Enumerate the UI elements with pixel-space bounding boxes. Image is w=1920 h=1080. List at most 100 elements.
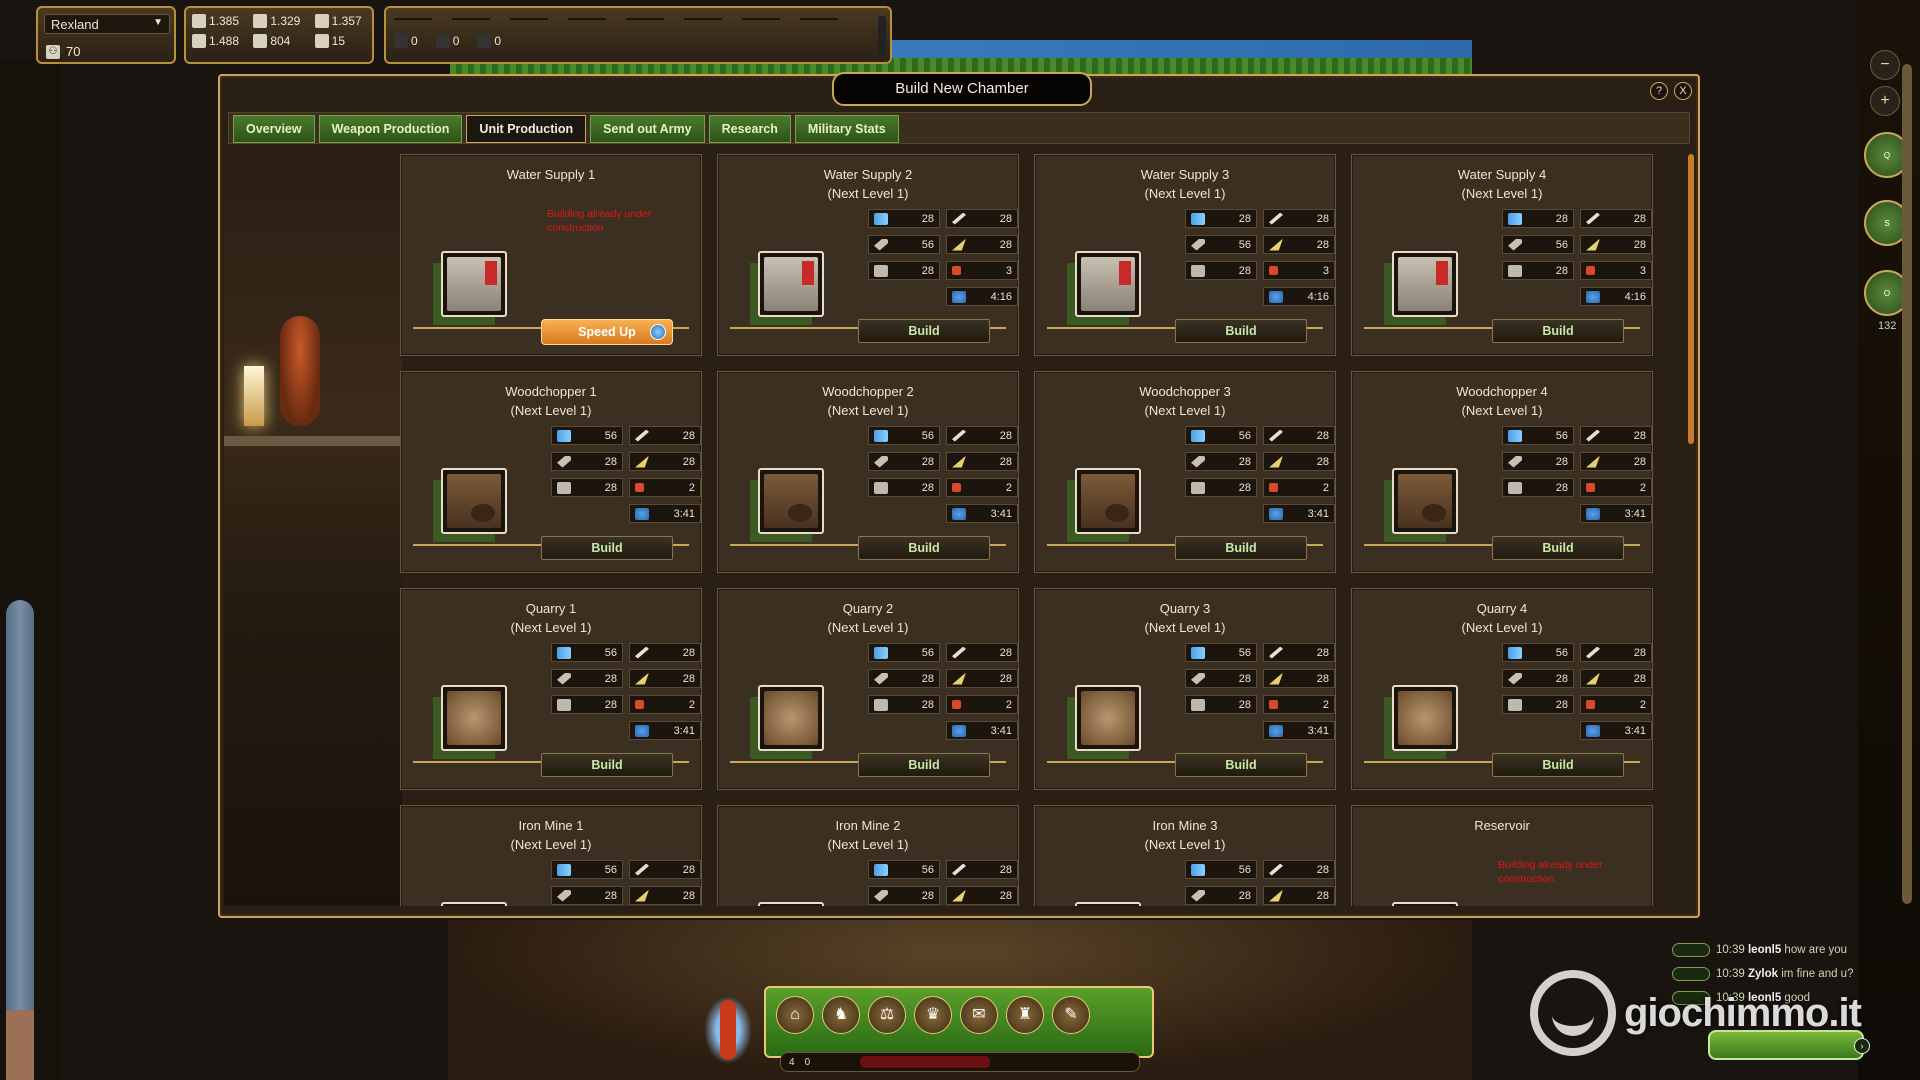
building-card: Woodchopper 1 (Next Level 1) 56 28 28 28 28 2 3:…	[400, 371, 702, 573]
cost-leaf: 28	[1263, 235, 1335, 254]
building-image	[1392, 251, 1458, 317]
right-scrollbar[interactable]	[1902, 64, 1912, 904]
tab-send-out-army[interactable]: Send out Army	[590, 115, 705, 143]
water-icon	[1191, 429, 1205, 442]
cost-grid: 56 28 28 28 28 2 3:41	[1185, 643, 1335, 740]
axe-icon	[314, 14, 329, 28]
colony-select[interactable]: Rexland ▼	[44, 14, 170, 34]
building-card: Quarry 3 (Next Level 1) 56 28 28 28 28 2 3:41 Bui…	[1034, 588, 1336, 790]
building-card: Reservoir Building already under construc…	[1351, 805, 1653, 906]
food-icon	[1586, 483, 1595, 492]
tab-weapon-production[interactable]: Weapon Production	[318, 115, 463, 143]
leaf-icon	[952, 672, 966, 685]
tab-overview[interactable]: Overview	[233, 115, 315, 143]
help-button[interactable]: ?	[1650, 82, 1668, 100]
zoom-out-icon[interactable]: −	[1870, 50, 1900, 80]
tab-research[interactable]: Research	[708, 115, 791, 143]
tab-military-stats[interactable]: Military Stats	[794, 115, 899, 143]
axe-icon	[1191, 455, 1205, 468]
build-button[interactable]: Build	[1175, 319, 1307, 343]
speed-up-button[interactable]: Speed Up	[541, 319, 673, 345]
water-icon	[557, 646, 571, 659]
army-slots	[394, 12, 838, 20]
stone-icon	[1508, 698, 1522, 711]
building-image	[1075, 685, 1141, 751]
water-icon	[874, 429, 888, 442]
crown-icon[interactable]: ♛	[914, 996, 952, 1034]
build-button[interactable]: Build	[1492, 319, 1624, 343]
axe-icon	[874, 672, 888, 685]
building-card: Iron Mine 1 (Next Level 1) 56 28 28 28	[400, 805, 702, 906]
scroll-thumb[interactable]	[1688, 154, 1694, 444]
building-title: Reservoir	[1474, 818, 1530, 833]
build-button[interactable]: Build	[1175, 753, 1307, 777]
cost-food: 2	[629, 478, 701, 497]
building-title: Iron Mine 2 (Next Level 1)	[827, 818, 909, 852]
cost-food: 2	[946, 695, 1018, 714]
chat-channel-icon[interactable]	[1672, 943, 1710, 957]
build-time: 3:41	[1263, 504, 1335, 523]
wood-icon	[192, 14, 206, 28]
zoom-in-icon[interactable]: +	[1870, 86, 1900, 116]
wood-icon	[1269, 646, 1283, 659]
axe-icon	[1191, 672, 1205, 685]
depth-gauge[interactable]	[6, 600, 34, 1080]
resource-leaf: 804	[253, 34, 308, 48]
build-button[interactable]: Build	[1492, 753, 1624, 777]
close-button[interactable]: X	[1674, 82, 1692, 100]
building-image	[1075, 468, 1141, 534]
scroll-icon[interactable]: ✉	[960, 996, 998, 1034]
army-panel-scroll[interactable]	[878, 16, 886, 56]
cost-wood: 28	[629, 426, 701, 445]
queen-portrait[interactable]	[700, 990, 756, 1070]
build-time: 3:41	[946, 721, 1018, 740]
resource-water: 1.488	[192, 34, 247, 48]
shield-icon	[394, 34, 408, 48]
cost-wood: 28	[1580, 426, 1652, 445]
cost-grid: 56 28 28 28 28 2 3:41	[1185, 426, 1335, 523]
wood-icon	[1586, 212, 1600, 225]
worker-count: 4	[789, 1056, 795, 1068]
army-flag: 0	[435, 34, 459, 48]
tab-unit-production[interactable]: Unit Production	[466, 115, 587, 143]
building-title: Woodchopper 2 (Next Level 1)	[822, 384, 914, 418]
building-list-scrollbar[interactable]	[1688, 154, 1694, 906]
cost-axe: 56	[1502, 235, 1574, 254]
cost-grid: 56 28 28 28 28 2 3:41	[1502, 426, 1652, 523]
axe-icon	[557, 455, 571, 468]
chamber-scene-image	[224, 156, 402, 906]
building-image	[758, 902, 824, 906]
build-button[interactable]: Build	[858, 753, 990, 777]
build-button[interactable]: Build	[858, 319, 990, 343]
wood-icon	[952, 863, 966, 876]
cost-axe: 28	[1185, 452, 1257, 471]
chamber-icon[interactable]: ⌂	[776, 996, 814, 1034]
cost-grid: 56 28 28 28 28 2 3:41	[551, 426, 701, 523]
cost-leaf: 28	[946, 886, 1018, 905]
stone-icon	[1191, 264, 1205, 277]
balance-icon[interactable]: ⚖	[868, 996, 906, 1034]
build-button[interactable]: Build	[1175, 536, 1307, 560]
build-button[interactable]: Build	[541, 753, 673, 777]
hat-icon[interactable]: ♜	[1006, 996, 1044, 1034]
cost-food: 2	[629, 695, 701, 714]
water-icon	[1191, 863, 1205, 876]
cost-leaf: 28	[1263, 669, 1335, 688]
army-icon[interactable]: ♞	[822, 996, 860, 1034]
build-time: 4:16	[1263, 287, 1335, 306]
cost-leaf: 28	[1580, 669, 1652, 688]
window-title: Build New Chamber	[832, 72, 1092, 106]
build-button[interactable]: Build	[858, 536, 990, 560]
map-icon[interactable]: ✎	[1052, 996, 1090, 1034]
build-button[interactable]: Build	[1492, 536, 1624, 560]
building-image	[1075, 902, 1141, 906]
building-title: Quarry 1 (Next Level 1)	[510, 601, 592, 635]
axe-icon	[1508, 672, 1522, 685]
cost-leaf: 28	[629, 452, 701, 471]
progress-bar	[860, 1056, 991, 1068]
colony-name: Rexland	[51, 17, 99, 32]
cost-axe: 28	[1502, 669, 1574, 688]
cost-axe: 28	[868, 669, 940, 688]
build-time: 3:41	[629, 721, 701, 740]
build-button[interactable]: Build	[541, 536, 673, 560]
